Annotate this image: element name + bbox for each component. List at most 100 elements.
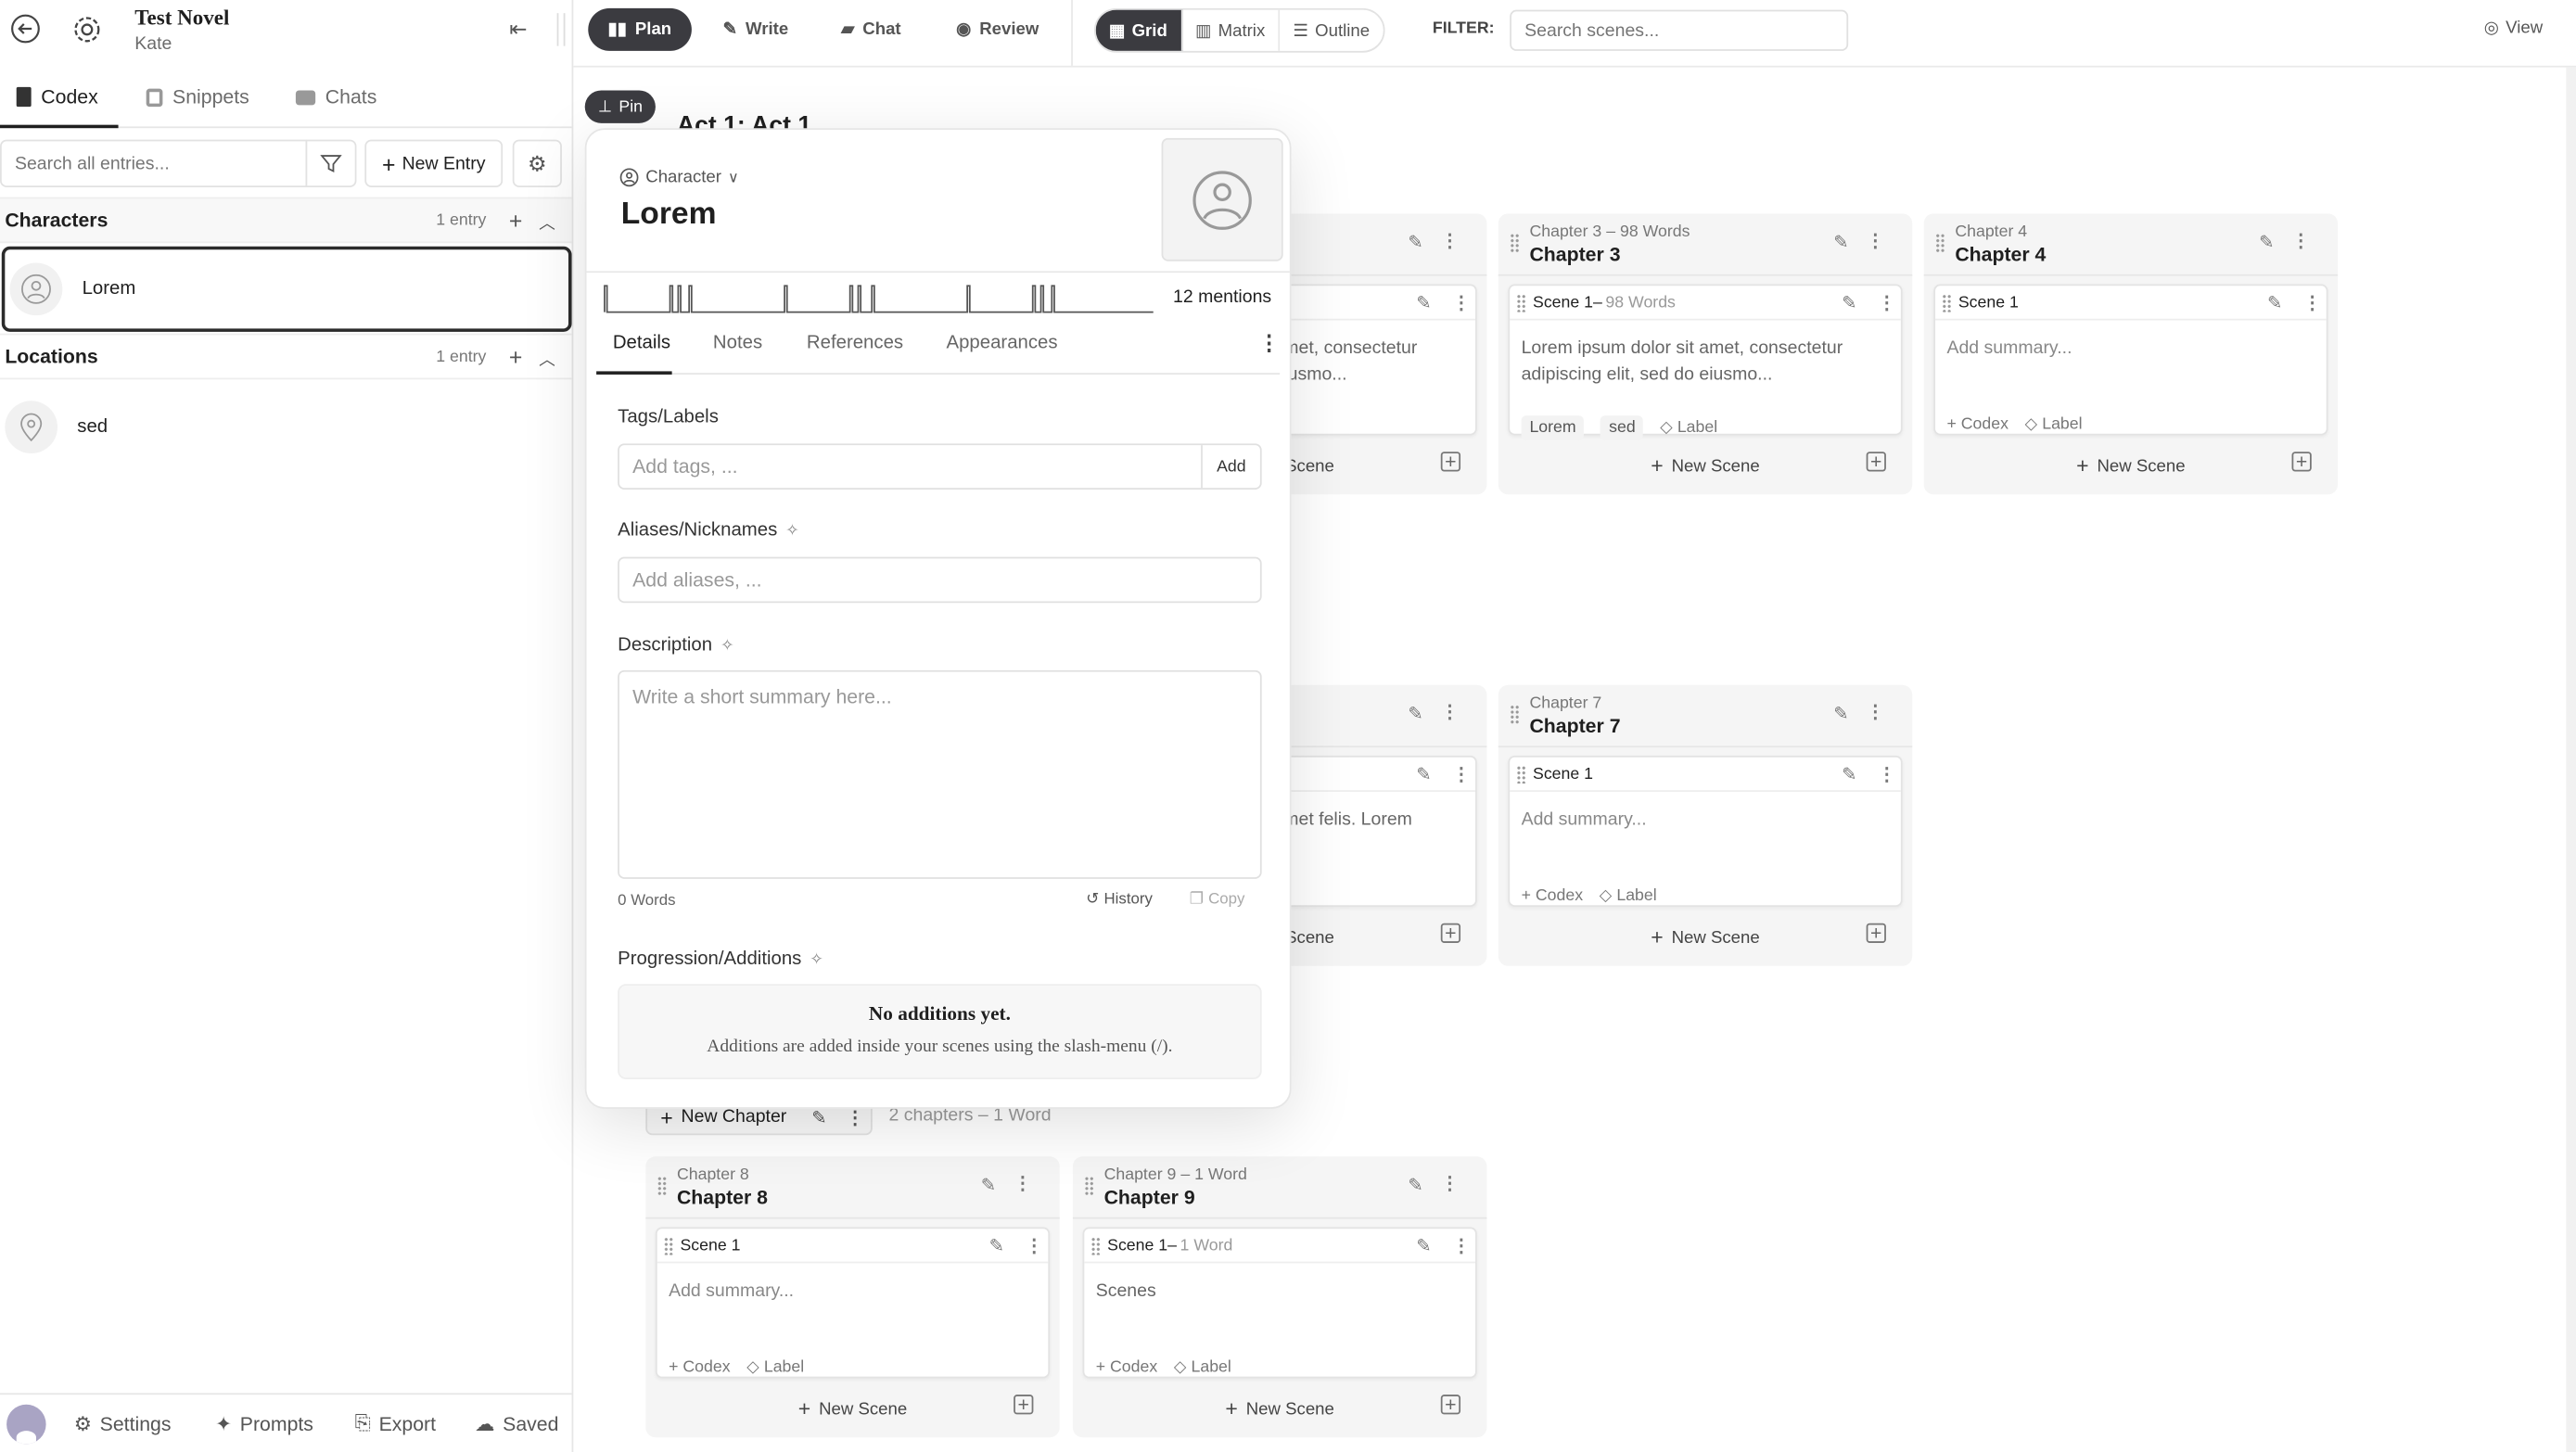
mention-marker[interactable] <box>965 285 972 314</box>
more-icon[interactable]: ⋮ <box>1878 764 1895 785</box>
drag-handle-icon[interactable] <box>1090 1237 1102 1255</box>
mention-marker[interactable] <box>677 285 683 314</box>
scene-card[interactable]: Scene 1 ✎ ⋮ Add summary... + Codex ◇ Label <box>1508 755 1903 907</box>
mention-marker[interactable] <box>1031 285 1038 314</box>
codex-tag[interactable]: sed <box>1600 415 1644 440</box>
new-scene-button[interactable]: + New Scene <box>1498 924 1912 949</box>
new-scene-button[interactable]: + New Scene <box>1924 453 2338 478</box>
scene-card[interactable]: Scene 1 ✎ ⋮ Add summary... + Codex ◇ Label <box>1933 284 2328 436</box>
add-label-button[interactable]: ◇ Label <box>1174 1358 1231 1376</box>
chapter-header[interactable]: Chapter 8 Chapter 8 ✎ ⋮ <box>645 1156 1060 1219</box>
pencil-icon[interactable]: ✎ <box>2267 292 2282 313</box>
scene-summary[interactable]: Add summary... <box>657 1263 1049 1338</box>
pencil-icon[interactable]: ✎ <box>1416 1235 1431 1256</box>
scene-summary[interactable]: Add summary... <box>1510 792 1901 867</box>
more-icon[interactable]: ⋮ <box>1452 764 1470 785</box>
aliases-input[interactable]: Add aliases, ... <box>618 556 1262 604</box>
scene-card[interactable]: Scene 1 – 98 Words ✎ ⋮ Lorem ipsum dolor si… <box>1508 284 1903 440</box>
pencil-icon[interactable]: ✎ <box>1408 232 1422 253</box>
codex-tag[interactable]: Lorem <box>1521 415 1585 440</box>
scene-summary[interactable]: Scenes <box>1084 1263 1475 1338</box>
mentions-timeline[interactable] <box>603 285 1154 314</box>
pencil-icon[interactable]: ✎ <box>1408 703 1422 724</box>
scene-summary[interactable]: Add summary... <box>1935 320 2327 395</box>
more-icon[interactable]: ⋮ <box>1258 330 1280 356</box>
mention-marker[interactable] <box>603 285 609 314</box>
pencil-icon[interactable]: ✎ <box>1416 764 1431 785</box>
copy-button[interactable]: ❐ Copy <box>1190 890 1245 908</box>
tab-appearances[interactable]: Appearances <box>946 334 1057 353</box>
add-codex-button[interactable]: + Codex <box>1096 1358 1157 1376</box>
mention-marker[interactable] <box>857 285 863 314</box>
scene-card[interactable]: Scene 1 – 1 Word ✎ ⋮ Scenes + Codex ◇ Label <box>1082 1227 1477 1379</box>
add-codex-button[interactable]: + Codex <box>1946 415 2008 433</box>
entry-image[interactable] <box>1161 137 1283 261</box>
drag-handle-icon[interactable] <box>1510 233 1520 253</box>
drag-handle-icon[interactable] <box>1942 294 1952 312</box>
pencil-icon[interactable]: ✎ <box>2259 232 2274 253</box>
add-label-button[interactable]: ◇ Label <box>746 1358 804 1376</box>
drag-handle-icon[interactable] <box>657 1176 668 1196</box>
more-icon[interactable]: ⋮ <box>846 1106 863 1127</box>
more-icon[interactable]: ⋮ <box>1867 230 1884 251</box>
more-icon[interactable]: ⋮ <box>1441 230 1459 251</box>
chapter-header[interactable]: Chapter 3 – 98 Words Chapter 3 ✎ ⋮ <box>1498 213 1913 276</box>
description-textarea[interactable]: Write a short summary here... <box>618 669 1262 879</box>
more-icon[interactable]: ⋮ <box>1026 1235 1043 1256</box>
folder-plus-icon[interactable]: + <box>1440 452 1461 472</box>
pencil-icon[interactable]: ✎ <box>1416 292 1431 313</box>
sparkle-icon[interactable]: ✧ <box>721 637 734 655</box>
more-icon[interactable]: ⋮ <box>2292 230 2310 251</box>
more-icon[interactable]: ⋮ <box>2303 292 2321 313</box>
folder-plus-icon[interactable]: + <box>1440 1395 1461 1415</box>
add-label-button[interactable]: ◇ Label <box>2025 415 2083 433</box>
add-codex-button[interactable]: + Codex <box>1522 887 1583 905</box>
more-icon[interactable]: ⋮ <box>1452 1235 1470 1256</box>
drag-handle-icon[interactable] <box>1516 765 1526 784</box>
mention-marker[interactable] <box>1039 285 1046 314</box>
add-codex-button[interactable]: + Codex <box>669 1358 730 1376</box>
mention-marker[interactable] <box>870 285 876 314</box>
folder-plus-icon[interactable]: + <box>1014 1395 1034 1415</box>
pencil-icon[interactable]: ✎ <box>1842 764 1856 785</box>
chapter-header[interactable]: Chapter 7 Chapter 7 ✎ ⋮ <box>1498 685 1913 748</box>
chapter-header[interactable]: Chapter 4 Chapter 4 ✎ ⋮ <box>1923 213 2339 276</box>
pencil-icon[interactable]: ✎ <box>989 1235 1004 1256</box>
more-icon[interactable]: ⋮ <box>1878 292 1895 313</box>
pencil-icon[interactable]: ✎ <box>981 1175 996 1196</box>
add-label-button[interactable]: ◇ Label <box>1660 419 1717 437</box>
drag-handle-icon[interactable] <box>1935 233 1945 253</box>
scene-card[interactable]: Scene 1 ✎ ⋮ Add summary... + Codex ◇ Label <box>655 1227 1051 1379</box>
mention-marker[interactable] <box>848 285 855 314</box>
add-tag-button[interactable]: Add <box>1201 445 1260 489</box>
drag-handle-icon[interactable] <box>1084 1176 1094 1196</box>
sparkle-icon[interactable]: ✧ <box>810 950 823 968</box>
new-scene-button[interactable]: + New Scene <box>645 1396 1059 1421</box>
mention-marker[interactable] <box>669 285 675 314</box>
folder-plus-icon[interactable]: + <box>1866 452 1886 472</box>
folder-plus-icon[interactable]: + <box>2291 452 2312 472</box>
drag-handle-icon[interactable] <box>1516 294 1526 312</box>
folder-plus-icon[interactable]: + <box>1440 923 1461 943</box>
folder-plus-icon[interactable]: + <box>1866 923 1886 943</box>
more-icon[interactable]: ⋮ <box>1452 292 1470 313</box>
more-icon[interactable]: ⋮ <box>1441 1173 1459 1194</box>
pencil-icon[interactable]: ✎ <box>811 1106 826 1127</box>
tab-references[interactable]: References <box>807 334 903 353</box>
more-icon[interactable]: ⋮ <box>1441 702 1459 722</box>
pencil-icon[interactable]: ✎ <box>1833 232 1848 253</box>
entry-type-dropdown[interactable]: Character ∨ <box>619 168 739 187</box>
drag-handle-icon[interactable] <box>1510 705 1520 725</box>
pencil-icon[interactable]: ✎ <box>1408 1175 1422 1196</box>
pencil-icon[interactable]: ✎ <box>1842 292 1856 313</box>
tags-input[interactable]: Add tags, ... Add <box>618 443 1262 490</box>
sparkle-icon[interactable]: ✧ <box>785 522 799 540</box>
tab-details[interactable]: Details <box>613 334 670 353</box>
mention-marker[interactable] <box>1051 285 1057 314</box>
mention-marker[interactable] <box>687 285 694 314</box>
add-label-button[interactable]: ◇ Label <box>1600 887 1657 905</box>
new-scene-button[interactable]: + New Scene <box>1498 453 1912 478</box>
pin-button[interactable]: ⊥ Pin <box>584 90 657 123</box>
scene-summary[interactable]: Lorem ipsum dolor sit amet, consectetur … <box>1510 320 1901 395</box>
pencil-icon[interactable]: ✎ <box>1833 703 1848 724</box>
